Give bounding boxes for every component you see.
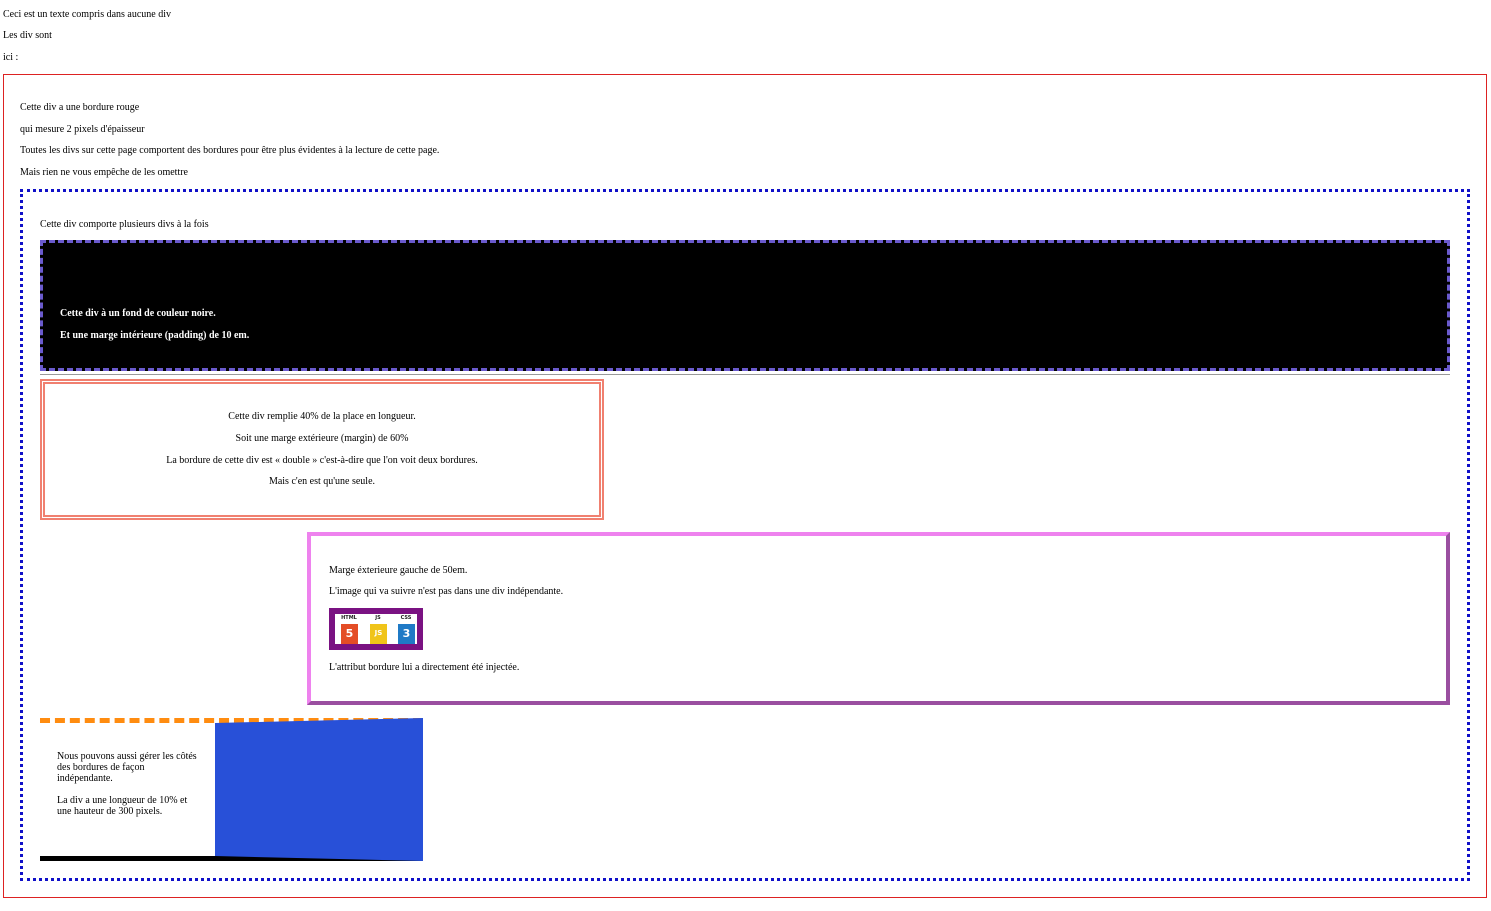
css3-icon: 3 [398,624,415,644]
black-div-line-1: Cette div à un fond de couleur noire. [60,308,216,319]
js-label: JS [375,615,381,621]
js-icon: JS [370,624,387,644]
violet-margin-div [307,532,1450,705]
violet-div-line-2: L'image qui va suivre n'est pas dans une… [329,586,564,597]
divider [40,374,1450,375]
double-div-line-1: Cette div remplie 40% de la place en lon… [228,411,416,422]
intro-line-2: Les div sont [3,30,52,41]
red-div-line-3: Toutes les divs sur cette page comporten… [20,145,440,156]
sides-div-para-1: Nous pouvons aussi gérer les côtés des b… [57,751,197,784]
double-div-line-2: Soit une marge extérieure (margin) de 60… [235,433,409,444]
double-div-line-4: Mais c'en est qu'une seule. [268,476,376,487]
css-label: CSS [400,615,412,621]
red-div-line-4: Mais rien ne vous empêche de les omettre [20,167,188,178]
sides-div-para-2: La div a une longueur de 10% et une haut… [57,795,188,817]
violet-div-line-1: Marge éxterieure gauche de 50em. [329,565,468,576]
red-div-line-2: qui mesure 2 pixels d'épaisseur [20,124,145,135]
double-border-div [40,379,604,520]
red-div-line-1: Cette div a une bordure rouge [20,102,140,113]
intro-line-1: Ceci est un texte compris dans aucune di… [3,9,172,20]
independent-sides-div [40,718,423,861]
double-div-line-3: La bordure de cette div est « double » c… [166,455,478,466]
black-background-div [40,240,1450,371]
intro-line-3: ici : [3,52,19,63]
blue-div-text: Cette div comporte plusieurs divs à la f… [40,219,209,230]
html5-icon: 5 [341,624,358,644]
violet-div-line-3: L'attribut bordure lui a directement été… [329,662,520,673]
html-js-css-logo-image: 5 HTML JS JS 3 CSS [329,608,423,650]
black-div-line-2: Et une marge intérieure (padding) de 10 … [60,330,250,341]
html-label: HTML [341,615,357,621]
